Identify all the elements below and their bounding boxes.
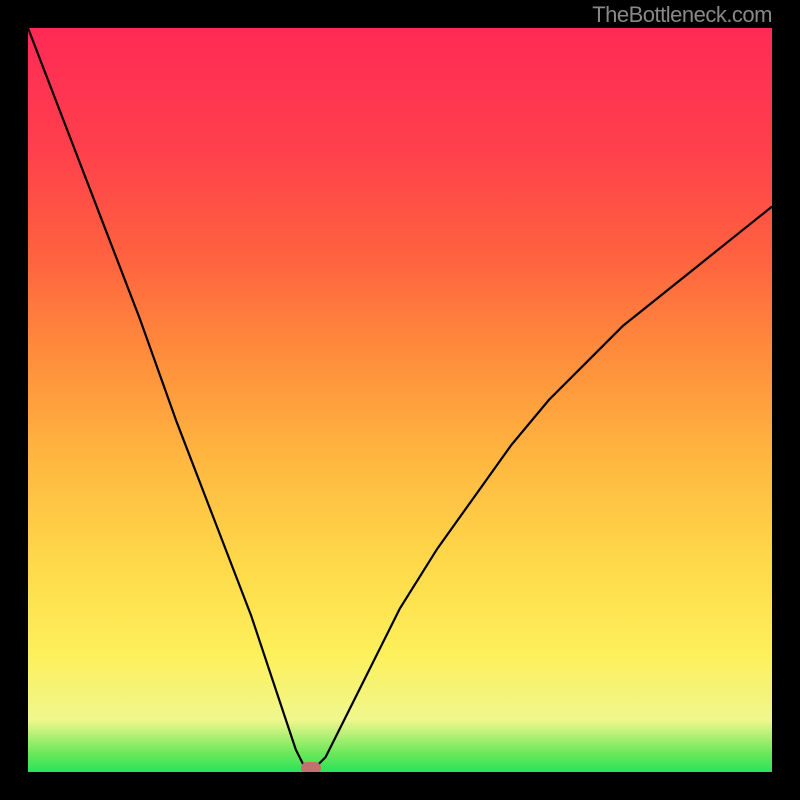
bottleneck-curve-path bbox=[28, 28, 772, 768]
optimum-marker bbox=[301, 762, 321, 772]
watermark-text: TheBottleneck.com bbox=[592, 2, 772, 28]
chart-curve-svg bbox=[28, 28, 772, 772]
chart-plot-area bbox=[28, 28, 772, 772]
